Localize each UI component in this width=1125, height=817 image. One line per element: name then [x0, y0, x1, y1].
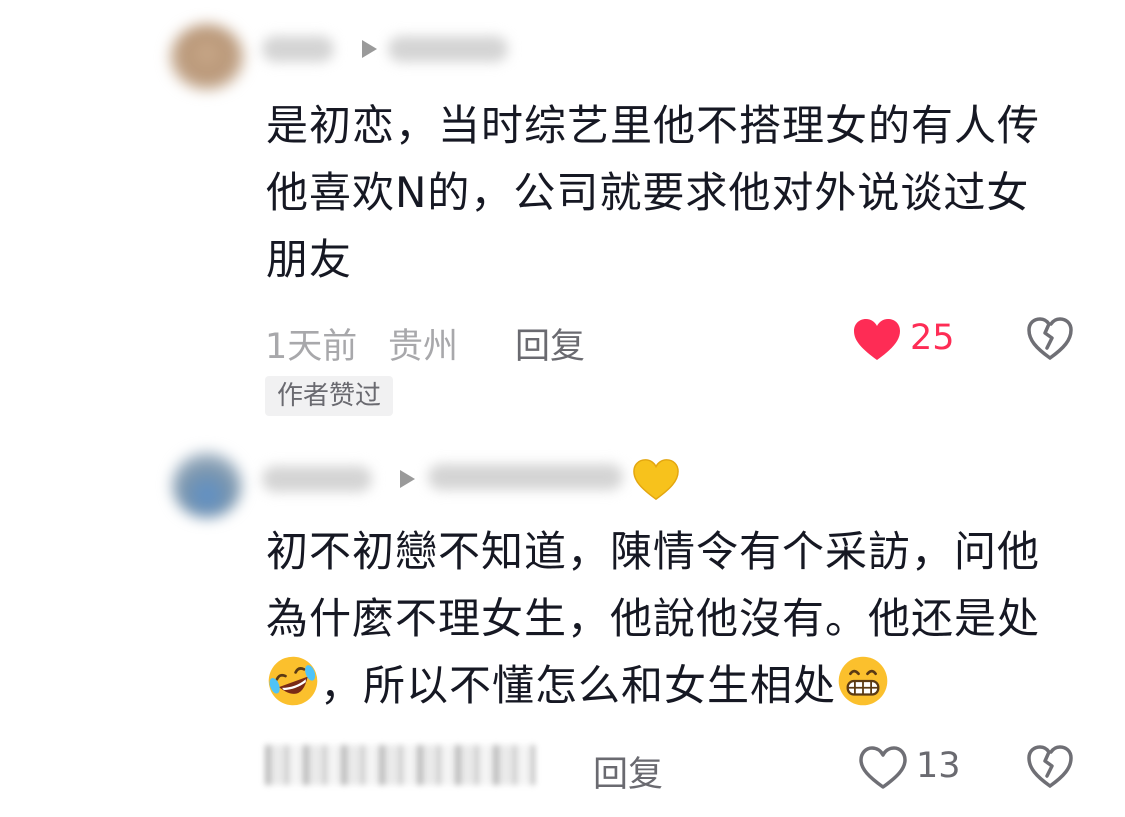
avatar[interactable] [172, 452, 242, 518]
play-triangle-icon [362, 40, 377, 58]
comment-line: 是初恋，当时综艺里他不搭理女的有人传 [266, 101, 1041, 150]
play-triangle-icon [400, 470, 415, 488]
username-blurred[interactable] [262, 36, 334, 62]
comment-text: 初不初戀不知道，陳情令有个采訪，问他 為什麼不理女生，他說他沒有。他还是处 ，所… [266, 518, 1066, 719]
reply-to-username-blurred[interactable] [428, 464, 623, 490]
reply-button[interactable]: 回复 [515, 318, 585, 369]
comment-item: 初不初戀不知道，陳情令有个采訪，问他 為什麼不理女生，他說他沒有。他还是处 ，所… [0, 430, 1125, 817]
rolling-laughing-emoji [268, 656, 318, 706]
heart-outline-icon[interactable] [858, 746, 908, 790]
like-count: 25 [910, 318, 955, 358]
reply-button[interactable]: 回复 [593, 746, 663, 797]
author-liked-badge: 作者赞过 [265, 376, 394, 416]
comment-item: 是初恋，当时综艺里他不搭理女的有人传 他喜欢N的，公司就要求他对外说谈过女 朋友… [0, 0, 1125, 420]
time-location-blurred [265, 745, 535, 785]
avatar[interactable] [170, 24, 244, 90]
comment-line: ，所以不懂怎么和女生相处 [320, 661, 837, 710]
broken-heart-icon[interactable] [1026, 316, 1074, 362]
reply-to-username-blurred[interactable] [388, 36, 508, 62]
comment-location: 贵州 [388, 327, 459, 367]
username-blurred[interactable] [262, 466, 372, 492]
comment-line: 他喜欢N的，公司就要求他对外说谈过女 [266, 168, 1030, 217]
heart-filled-icon[interactable] [852, 318, 902, 362]
comment-line: 朋友 [266, 235, 353, 284]
comment-time: 1天前 [265, 327, 358, 367]
comment-text: 是初恋，当时综艺里他不搭理女的有人传 他喜欢N的，公司就要求他对外说谈过女 朋友 [266, 92, 1066, 293]
comment-line: 初不初戀不知道，陳情令有个采訪，问他 [266, 527, 1041, 576]
like-count: 13 [916, 746, 961, 786]
yellow-heart-emoji [633, 459, 679, 501]
grinning-teeth-emoji [838, 656, 888, 706]
comment-line: 為什麼不理女生，他說他沒有。他还是处 [266, 594, 1041, 643]
broken-heart-icon[interactable] [1026, 744, 1074, 790]
